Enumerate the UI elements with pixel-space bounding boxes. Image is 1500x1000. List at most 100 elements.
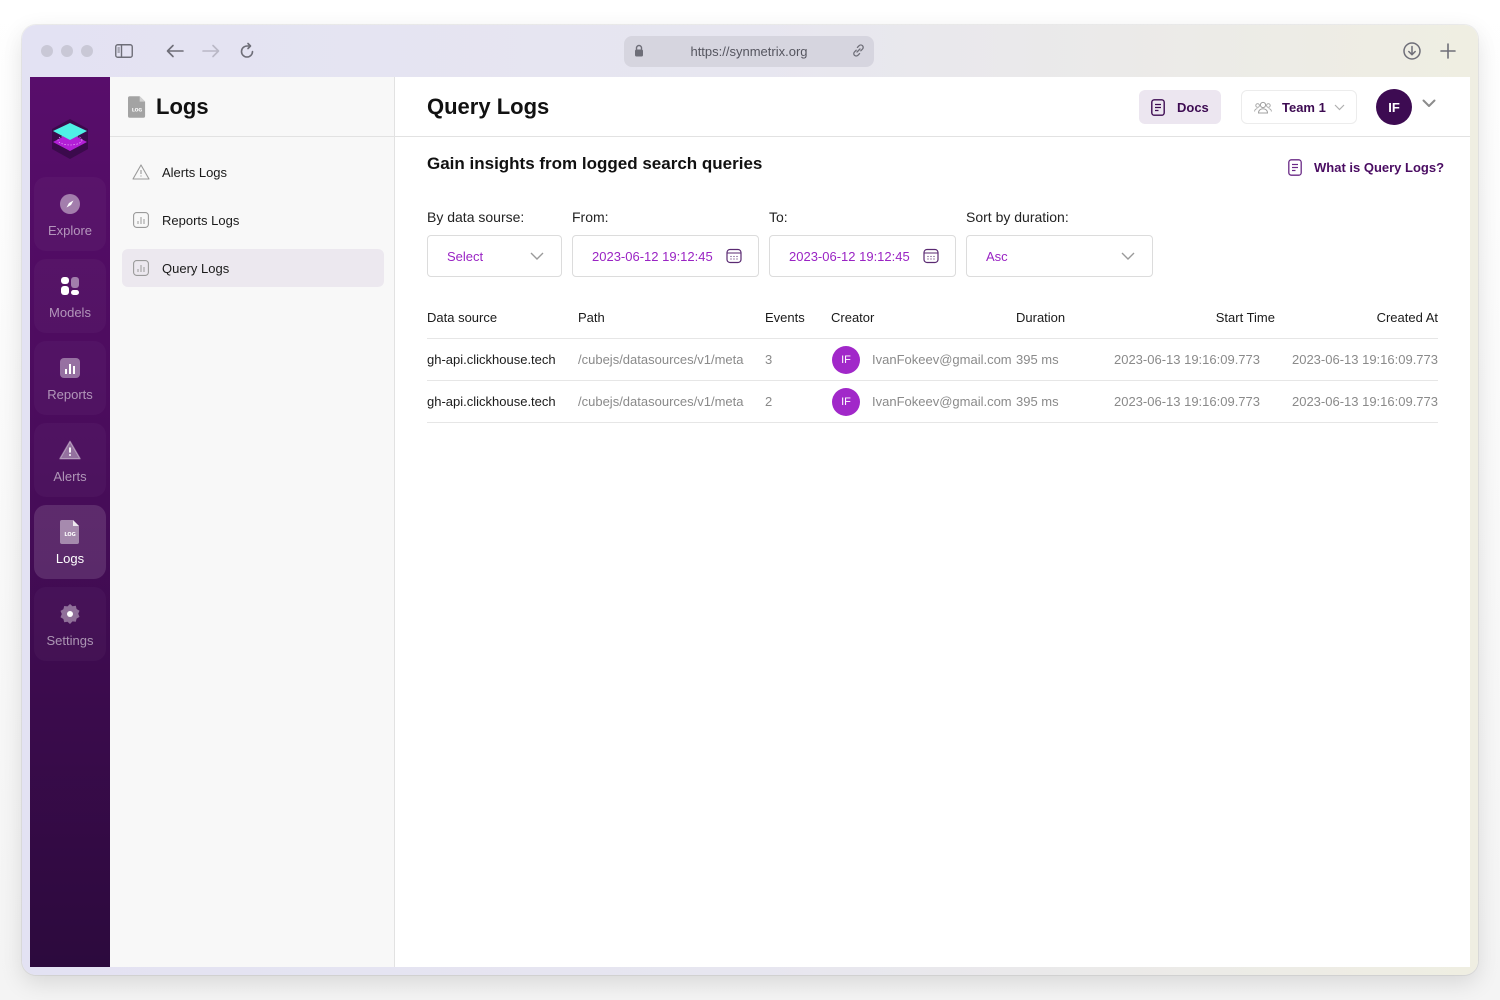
docs-button[interactable]: Docs <box>1139 90 1221 124</box>
start-time-cell: 2023-06-13 19:16:09.773 <box>1113 352 1260 367</box>
sort-value: Asc <box>986 248 1008 264</box>
chevron-down-icon <box>1121 252 1135 260</box>
user-avatar[interactable]: IF <box>1376 89 1412 125</box>
rail-item-alerts[interactable]: Alerts <box>34 423 106 497</box>
avatar-initials: IF <box>1388 99 1400 115</box>
team-label: Team 1 <box>1282 99 1326 115</box>
sort-duration-select[interactable]: Asc <box>966 235 1153 277</box>
column-header-duration[interactable]: Duration <box>1016 297 1065 338</box>
rail-item-label: Explore <box>47 223 93 238</box>
data-source-label: By data sourse: <box>427 209 525 225</box>
rail-item-label: Models <box>49 305 91 320</box>
sidebar-item-label: Query Logs <box>162 260 230 276</box>
data-source-select[interactable]: Select <box>427 235 562 277</box>
data-source-cell: gh-api.clickhouse.tech <box>427 352 556 367</box>
column-header-creator[interactable]: Creator <box>831 297 874 338</box>
sidebar-item-reports-logs[interactable]: Reports Logs <box>122 201 384 239</box>
path-cell: /cubejs/datasources/v1/meta <box>578 394 744 409</box>
column-header-created-at[interactable]: Created At <box>1287 297 1438 338</box>
rail-item-explore[interactable]: Explore <box>34 177 106 251</box>
link-icon[interactable] <box>851 43 866 61</box>
synmetrix-logo-icon[interactable] <box>50 117 90 161</box>
sidebar-item-label: Reports Logs <box>162 212 240 228</box>
back-arrow-icon[interactable] <box>164 40 186 62</box>
log-file-icon: LOG <box>59 520 81 544</box>
column-header-path[interactable]: Path <box>578 297 605 338</box>
calendar-icon[interactable] <box>726 248 742 264</box>
close-window-button[interactable] <box>41 45 53 57</box>
creator-avatar: IF <box>832 387 860 416</box>
chevron-down-icon[interactable] <box>1422 99 1436 108</box>
rail-item-models[interactable]: Models <box>34 259 106 333</box>
created-at-cell: 2023-06-13 19:16:09.773 <box>1291 394 1438 409</box>
table-row[interactable]: gh-api.clickhouse.tech /cubejs/datasourc… <box>427 381 1438 423</box>
rail-item-logs[interactable]: LOG Logs <box>34 505 106 579</box>
gear-icon <box>59 603 81 625</box>
duration-cell: 395 ms <box>1016 394 1059 409</box>
models-icon <box>59 275 81 297</box>
from-label: From: <box>572 209 609 225</box>
calendar-icon[interactable] <box>923 248 939 264</box>
column-header-events[interactable]: Events <box>765 297 805 338</box>
page-header: Query Logs Docs Team 1 IF <box>395 77 1470 137</box>
events-cell: 3 <box>765 352 773 367</box>
table-header-row: Data source Path Events Creator Duration… <box>427 297 1438 339</box>
download-icon[interactable] <box>1401 40 1423 62</box>
sidebar-item-query-logs[interactable]: Query Logs <box>122 249 384 287</box>
minimize-window-button[interactable] <box>61 45 73 57</box>
query-logs-table: Data source Path Events Creator Duration… <box>427 297 1438 423</box>
main-panel: Query Logs Docs Team 1 IF Gain insights … <box>395 77 1470 967</box>
creator-email: IvanFokeev@gmail.com <box>872 352 1012 367</box>
warning-icon <box>59 439 81 461</box>
sidebar-item-alerts-logs[interactable]: Alerts Logs <box>122 153 384 191</box>
bar-chart-icon <box>59 357 81 379</box>
chart-outline-icon <box>132 259 150 277</box>
from-date-input[interactable]: 2023-06-12 19:12:45 <box>572 235 759 277</box>
rail-item-settings[interactable]: Settings <box>34 587 106 661</box>
creator-email: IvanFokeev@gmail.com <box>872 394 1012 409</box>
sidebar-item-label: Alerts Logs <box>162 164 228 180</box>
page-title: Query Logs <box>427 94 550 119</box>
events-cell: 2 <box>765 394 773 409</box>
new-tab-plus-icon[interactable] <box>1437 40 1459 62</box>
help-link-label: What is Query Logs? <box>1314 160 1445 175</box>
sidebar-title: Logs <box>156 93 209 119</box>
creator-cell: IF IvanFokeev@gmail.com <box>832 381 1012 422</box>
what-is-query-logs-link[interactable]: What is Query Logs? <box>1288 159 1444 176</box>
url-text: https://synmetrix.org <box>690 44 808 59</box>
path-cell: /cubejs/datasources/v1/meta <box>578 352 744 367</box>
page-subtitle: Gain insights from logged search queries <box>427 154 763 173</box>
sidebar-toggle-icon[interactable] <box>113 40 135 62</box>
data-source-cell: gh-api.clickhouse.tech <box>427 394 556 409</box>
log-file-icon: LOG <box>128 95 146 118</box>
rail-item-label: Logs <box>55 551 85 566</box>
to-label: To: <box>769 209 788 225</box>
maximize-window-button[interactable] <box>81 45 93 57</box>
column-header-data-source[interactable]: Data source <box>427 297 497 338</box>
created-at-cell: 2023-06-13 19:16:09.773 <box>1291 352 1438 367</box>
sort-label: Sort by duration: <box>966 209 1069 225</box>
rail-item-reports[interactable]: Reports <box>34 341 106 415</box>
chevron-down-icon <box>530 252 544 260</box>
address-bar[interactable]: https://synmetrix.org <box>624 36 874 67</box>
reload-icon[interactable] <box>236 40 258 62</box>
browser-window: https://synmetrix.org Explore Models Rep… <box>22 25 1478 975</box>
browser-toolbar: https://synmetrix.org <box>22 25 1478 77</box>
creator-avatar: IF <box>832 345 860 374</box>
to-date-value: 2023-06-12 19:12:45 <box>789 248 910 264</box>
sidebar-header: LOG Logs <box>110 77 394 137</box>
forward-arrow-icon[interactable] <box>200 40 222 62</box>
logs-sidebar: LOG Logs Alerts Logs Reports Logs Query … <box>110 77 395 967</box>
svg-text:LOG: LOG <box>132 107 143 113</box>
creator-cell: IF IvanFokeev@gmail.com <box>832 339 1012 380</box>
table-row[interactable]: gh-api.clickhouse.tech /cubejs/datasourc… <box>427 339 1438 381</box>
users-icon <box>1254 101 1272 114</box>
primary-nav-rail: Explore Models Reports Alerts LOG Logs S… <box>30 77 110 967</box>
column-header-start-time[interactable]: Start Time <box>1147 297 1275 338</box>
app-content: Explore Models Reports Alerts LOG Logs S… <box>30 77 1470 967</box>
to-date-input[interactable]: 2023-06-12 19:12:45 <box>769 235 956 277</box>
warning-outline-icon <box>132 163 150 181</box>
team-selector[interactable]: Team 1 <box>1241 90 1357 124</box>
from-date-value: 2023-06-12 19:12:45 <box>592 248 713 264</box>
rail-item-label: Settings <box>46 633 94 648</box>
